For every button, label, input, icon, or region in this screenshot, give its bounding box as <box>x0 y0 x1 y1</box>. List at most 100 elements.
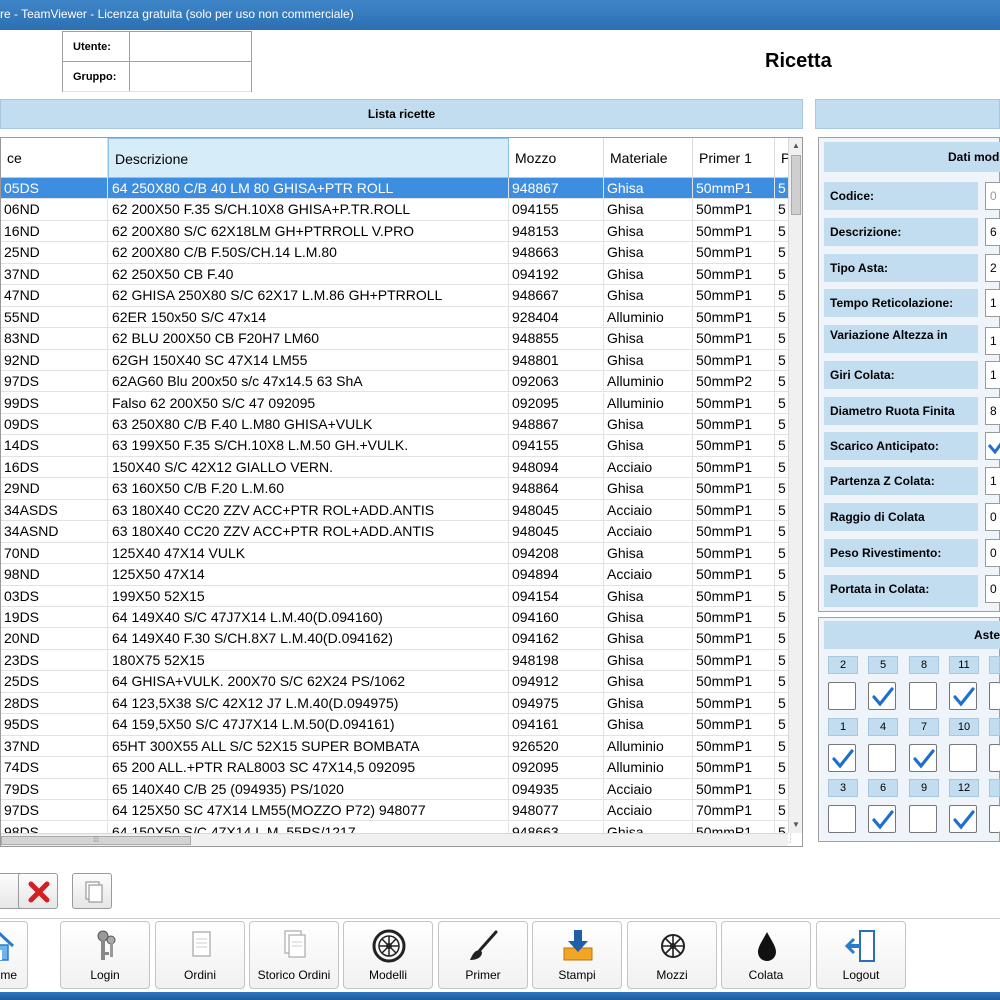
field-label: Variazione Altezza in <box>824 325 978 353</box>
table-row[interactable]: 37ND 65HT 300X55 ALL S/C 52X15 SUPER BOMB… <box>1 735 791 758</box>
aste-checkbox-partial[interactable] <box>989 744 1000 772</box>
aste-checkbox-partial[interactable] <box>989 805 1000 833</box>
column-header-description[interactable]: Descrizione <box>108 138 509 178</box>
aste-checkbox[interactable] <box>868 682 896 710</box>
aste-checkbox[interactable] <box>949 682 977 710</box>
table-row[interactable]: 25DS 64 GHISA+VULK. 200X70 S/C 62X24 PS/1… <box>1 671 791 693</box>
horizontal-scrollbar[interactable]: ⁞⁞⁞ <box>1 833 788 846</box>
table-row[interactable]: 70ND 125X40 47X14 VULK 094208 Ghisa 50mmP1 5 <box>1 542 791 565</box>
recipe-grid[interactable]: ce Descrizione Mozzo Materiale Primer 1 … <box>0 137 803 847</box>
scroll-thumb[interactable] <box>791 155 801 215</box>
table-row[interactable]: 97DS 62AG60 Blu 200x50 s/c 47x14.5 63 ShA… <box>1 371 791 393</box>
toolbar-button-stampi[interactable]: Stampi <box>532 921 622 989</box>
table-row[interactable]: 29ND 63 160X50 C/B F.20 L.M.60 948864 Ghisa… <box>1 478 791 500</box>
cell-code: 29ND <box>1 478 108 500</box>
field-label: Portata in Colata: <box>824 575 978 607</box>
cell-primer1: 50mmP1 <box>693 714 775 736</box>
scroll-up-icon[interactable]: ▲ <box>789 138 802 154</box>
toolbar-button-ordini[interactable]: Ordini <box>155 921 245 989</box>
cell-material: Ghisa <box>604 478 693 500</box>
cell-material: Ghisa <box>604 435 693 457</box>
cell-material: Ghisa <box>604 671 693 693</box>
aste-checkbox[interactable] <box>909 744 937 772</box>
table-row[interactable]: 55ND 62ER 150x50 S/C 47x14 928404 Alluminio… <box>1 306 791 329</box>
aste-checkbox-partial[interactable] <box>989 682 1000 710</box>
toolbar-button-label: Ordini <box>183 968 216 982</box>
column-header-primer1[interactable]: Primer 1 <box>693 138 775 178</box>
toolbar-button-label: Logout <box>842 968 880 982</box>
toolbar-button-colata[interactable]: Colata <box>721 921 811 989</box>
field-value[interactable]: 0 <box>985 539 1000 567</box>
table-row[interactable]: 98ND 125X50 47X14 094894 Acciaio 50mmP1 5 <box>1 564 791 586</box>
scroll-down-icon[interactable]: ▼ <box>789 817 802 833</box>
delete-button[interactable] <box>18 873 58 909</box>
toolbar-button-storico-ordini[interactable]: Storico Ordini <box>249 921 339 989</box>
field-label: Scarico Anticipato: <box>824 432 978 460</box>
table-row[interactable]: 14DS 63 199X50 F.35 S/CH.10X8 L.M.50 GH.+… <box>1 435 791 457</box>
table-row[interactable]: 16ND 62 200X80 S/C 62X18LM GH+PTRROLL V.P… <box>1 220 791 243</box>
table-row[interactable]: 20ND 64 149X40 F.30 S/CH.8X7 L.M.40(D.094… <box>1 628 791 650</box>
aste-checkbox[interactable] <box>909 682 937 710</box>
cell-description: 64 125X50 SC 47X14 LM55(MOZZO P72) 94807… <box>108 800 509 822</box>
vertical-scrollbar[interactable]: ▲ ▼ <box>788 138 802 833</box>
field-value[interactable]: 8 <box>985 397 1000 425</box>
toolbar-button-login[interactable]: Login <box>60 921 150 989</box>
table-row[interactable]: 16DS 150X40 S/C 42X12 GIALLO VERN. 948094 A… <box>1 456 791 479</box>
toolbar-button-logout[interactable]: Logout <box>816 921 906 989</box>
cell-primer1: 50mmP1 <box>693 521 775 543</box>
aste-checkbox[interactable] <box>909 805 937 833</box>
table-row[interactable]: 47ND 62 GHISA 250X80 S/C 62X17 L.M.86 GH+… <box>1 285 791 307</box>
cell-primer1: 50mmP1 <box>693 628 775 650</box>
table-row[interactable]: 37ND 62 250X50 CB F.40 094192 Ghisa 50mmP1 5 <box>1 263 791 286</box>
column-header-material[interactable]: Materiale <box>604 138 693 178</box>
scarico-anticipato-checkbox[interactable] <box>985 432 1000 460</box>
cell-material: Ghisa <box>604 328 693 350</box>
aste-checkbox[interactable] <box>868 744 896 772</box>
column-header-hub[interactable]: Mozzo <box>509 138 604 178</box>
field-value[interactable]: 1 <box>985 361 1000 389</box>
table-row[interactable]: 34ASND 63 180X40 CC20 ZZV ACC+PTR ROL+ADD… <box>1 521 791 543</box>
field-label: Codice: <box>824 182 978 210</box>
hscroll-thumb[interactable]: ⁞⁞⁞ <box>1 836 191 845</box>
field-value[interactable]: 0 <box>985 575 1000 603</box>
table-row[interactable]: 92ND 62GH 150X40 SC 47X14 LM55 948801 Ghisa… <box>1 349 791 372</box>
column-header-code[interactable]: ce <box>1 138 108 178</box>
aste-checkbox[interactable] <box>949 744 977 772</box>
table-row[interactable]: 79DS 65 140X40 C/B 25 (094935) PS/1020 094… <box>1 778 791 801</box>
table-row[interactable]: 05DS 64 250X80 C/B 40 LM 80 GHISA+PTR ROL… <box>1 178 791 200</box>
table-row[interactable]: 83ND 62 BLU 200X50 CB F20H7 LM60 948855 Ghi… <box>1 328 791 350</box>
cell-primer1: 50mmP1 <box>693 285 775 307</box>
table-row[interactable]: 97DS 64 125X50 SC 47X14 LM55(MOZZO P72) 9… <box>1 800 791 822</box>
table-row[interactable]: 28DS 64 123,5X38 S/C 42X12 J7 L.M.40(D.09… <box>1 692 791 715</box>
aste-checkbox[interactable] <box>828 805 856 833</box>
toolbar-button-modelli[interactable]: Modelli <box>343 921 433 989</box>
table-row[interactable]: 19DS 64 149X40 S/C 47J7X14 L.M.40(D.09416… <box>1 607 791 629</box>
table-row[interactable]: 34ASDS 63 180X40 CC20 ZZV ACC+PTR ROL+ADD… <box>1 499 791 522</box>
toolbar-button-home[interactable]: Home <box>0 921 28 989</box>
toolbar-button-primer[interactable]: Primer <box>438 921 528 989</box>
cell-primer1: 50mmP1 <box>693 328 775 350</box>
field-value[interactable]: 6 <box>985 218 1000 246</box>
table-row[interactable]: 74DS 65 200 ALL.+PTR RAL8003 SC 47X14,5 0… <box>1 757 791 779</box>
table-row[interactable]: 03DS 199X50 52X15 094154 Ghisa 50mmP1 5 <box>1 585 791 607</box>
aste-checkbox[interactable] <box>949 805 977 833</box>
field-value[interactable]: 1 <box>985 467 1000 495</box>
aste-checkbox[interactable] <box>868 805 896 833</box>
copy-button[interactable] <box>72 873 112 909</box>
field-value[interactable]: 2 <box>985 254 1000 282</box>
table-row[interactable]: 09DS 63 250X80 C/B F.40 L.M80 GHISA+VULK 9… <box>1 413 791 436</box>
field-value[interactable]: 0 <box>985 182 1000 210</box>
table-row[interactable]: 95DS 64 159,5X50 S/C 47J7X14 L.M.50(D.094… <box>1 714 791 736</box>
table-row[interactable]: 25ND 62 200X80 C/B F.50S/CH.14 L.M.80 9486… <box>1 242 791 264</box>
recipe-list-header: Lista ricette <box>0 99 803 129</box>
table-row[interactable]: 06ND 62 200X50 F.35 S/CH.10X8 GHISA+P.TR.… <box>1 199 791 221</box>
field-value[interactable]: 1 <box>985 327 1000 355</box>
toolbar-button-mozzi[interactable]: Mozzi <box>627 921 717 989</box>
aste-checkbox[interactable] <box>828 744 856 772</box>
download-tray-icon <box>560 928 596 964</box>
aste-checkbox[interactable] <box>828 682 856 710</box>
field-value[interactable]: 1 <box>985 289 1000 317</box>
field-value[interactable]: 0 <box>985 503 1000 531</box>
table-row[interactable]: 23DS 180X75 52X15 948198 Ghisa 50mmP1 5 <box>1 649 791 672</box>
table-row[interactable]: 99DS Falso 62 200X50 S/C 47 092095 092095 A… <box>1 392 791 414</box>
